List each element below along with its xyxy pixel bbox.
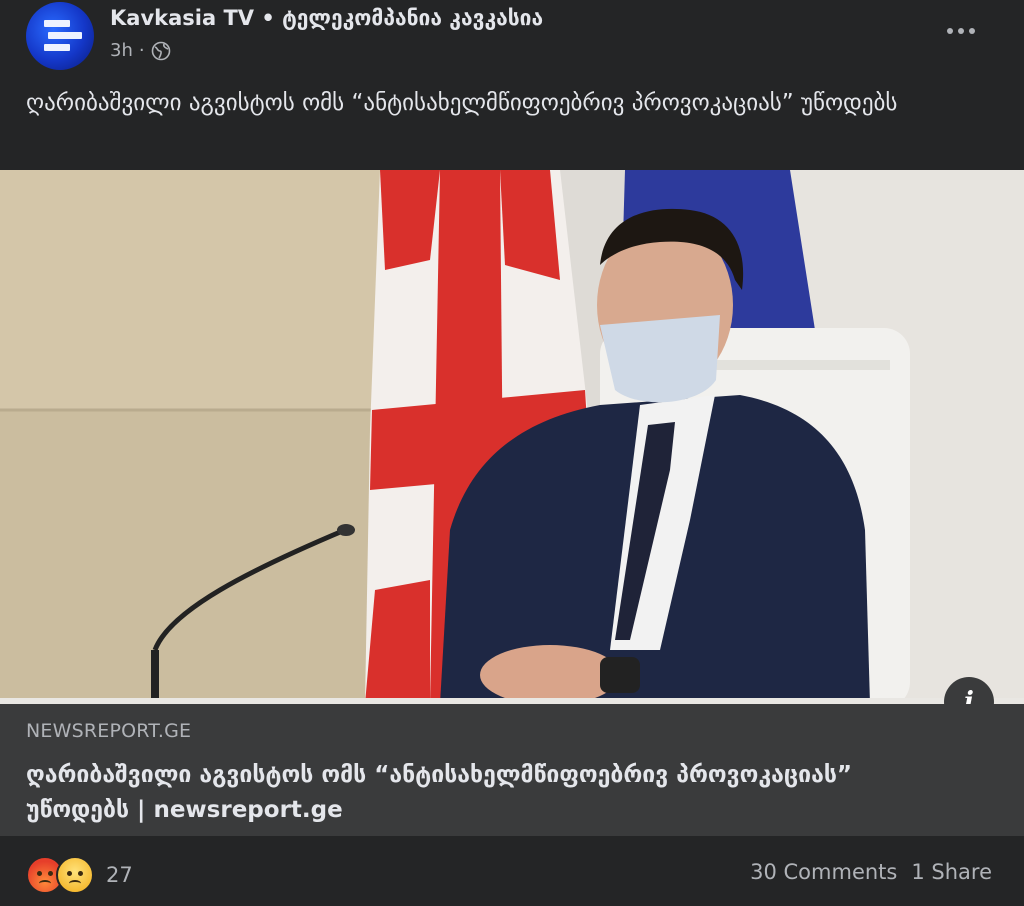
shares-count[interactable]: 1 Share [911, 860, 992, 884]
engagement-counts: 30 Comments 1 Share [750, 860, 992, 884]
post-author[interactable]: Kavkasia TV • ტელეკომპანია კავკასია [110, 6, 543, 30]
more-options-icon[interactable] [936, 14, 986, 48]
post-header: Kavkasia TV • ტელეკომპანია კავკასია 3h · [0, 0, 1024, 80]
post-footer: 27 30 Comments 1 Share [0, 836, 1024, 906]
post-photo-illustration [0, 170, 1024, 704]
comments-count[interactable]: 30 Comments [750, 860, 897, 884]
post-time[interactable]: 3h [110, 40, 133, 61]
sad-reaction-icon [56, 856, 94, 894]
link-domain: NEWSREPORT.GE [26, 720, 192, 742]
meta-separator: · [138, 40, 145, 61]
globe-icon [151, 41, 170, 60]
link-preview[interactable]: NEWSREPORT.GE ღარიბაშვილი აგვისტოს ომს “… [0, 704, 1024, 836]
link-title[interactable]: ღარიბაშვილი აგვისტოს ომს “ანტისახელმწიფო… [26, 758, 926, 828]
reaction-count: 27 [106, 863, 133, 887]
post-image[interactable] [0, 170, 1024, 704]
post-text: ღარიბაშვილი აგვისტოს ომს “ანტისახელმწიფო… [26, 90, 898, 116]
post-meta: 3h · [110, 40, 171, 61]
reactions-summary[interactable]: 27 [26, 856, 133, 894]
page-avatar[interactable] [26, 2, 94, 70]
